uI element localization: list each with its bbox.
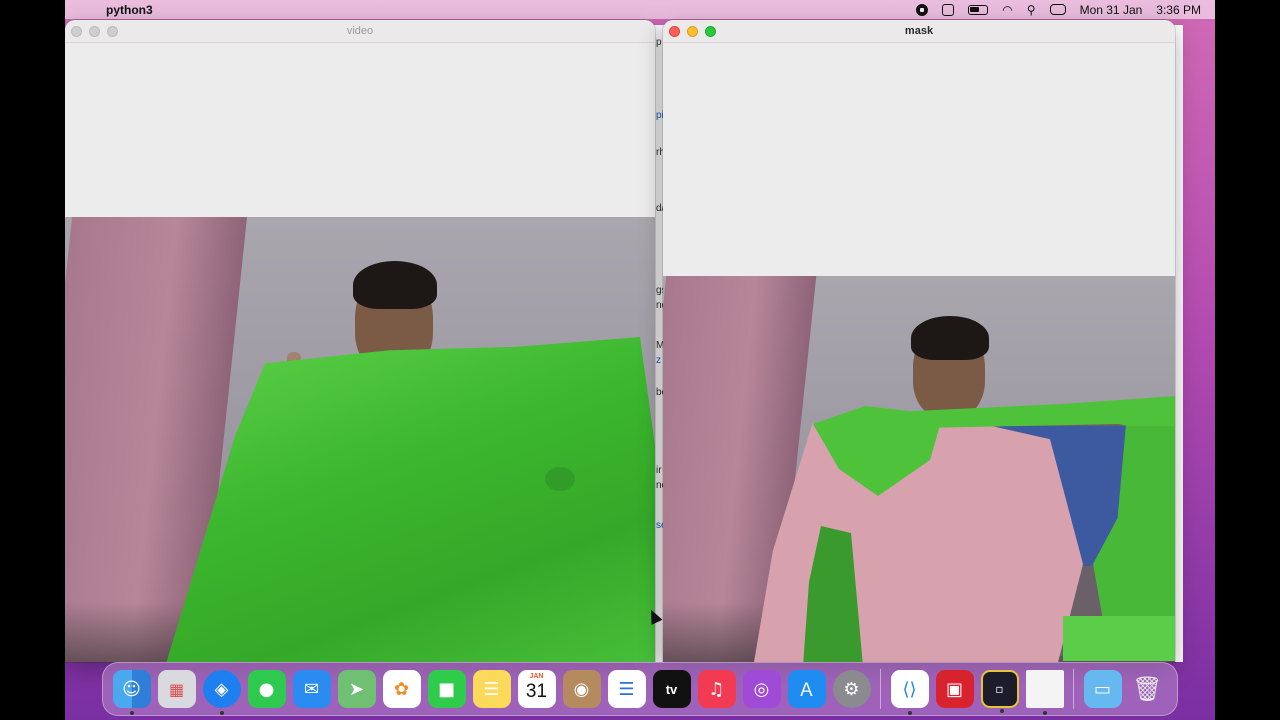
calendar-day: 31: [525, 681, 548, 702]
vscode-icon[interactable]: ⟨⟩: [890, 670, 929, 715]
calendar-month: JAN: [529, 673, 544, 680]
menu-bar: python3 ◠ ⚲ Mon 31 Jan 3:36 PM: [65, 0, 1215, 19]
maps-icon[interactable]: ➤: [337, 670, 376, 708]
control-center-icon[interactable]: [1049, 4, 1066, 15]
bg-text-fragment: ir: [656, 465, 662, 476]
running-indicator: [1042, 711, 1047, 715]
dock-separator: [880, 669, 881, 709]
music-icon[interactable]: ♫: [697, 670, 736, 708]
app-store-icon[interactable]: Ａ: [787, 670, 826, 708]
podcasts-icon[interactable]: ◎: [742, 670, 781, 708]
bg-text-fragment: z: [656, 355, 661, 366]
mail-icon[interactable]: ✉: [292, 670, 331, 708]
notes-icon[interactable]: ☰: [472, 670, 511, 708]
menu-date[interactable]: Mon 31 Jan: [1080, 3, 1143, 17]
person-hair: [353, 261, 437, 309]
python-launcher-icon[interactable]: ▫: [980, 670, 1019, 713]
reminders-icon[interactable]: ☰: [607, 670, 646, 708]
window-title: video: [346, 25, 374, 37]
battery-icon[interactable]: [968, 4, 989, 15]
dock: ☺ ▦ ◈ ● ✉ ➤ ✿ ■ ☰ JAN 31 ◉ ☰ tv ♫ ◎ Ａ ⚙ …: [102, 662, 1178, 716]
video-window[interactable]: video: [65, 20, 655, 662]
trash-icon[interactable]: 🗑: [1129, 670, 1167, 708]
launchpad-icon[interactable]: ▦: [157, 670, 196, 708]
tv-label: tv: [665, 681, 678, 697]
running-indicator: [129, 711, 134, 715]
photos-icon[interactable]: ✿: [382, 670, 421, 708]
system-preferences-icon[interactable]: ⚙: [832, 670, 871, 708]
messages-icon[interactable]: ●: [247, 670, 286, 708]
cloth-spot: [545, 467, 575, 491]
webcam-frame: [65, 217, 655, 662]
left-letterbox: [0, 0, 65, 720]
facetime-icon[interactable]: ■: [427, 670, 466, 708]
window-title: mask: [904, 25, 934, 37]
mask-titlebar[interactable]: mask: [663, 20, 1175, 43]
menu-bar-extras: ◠ ⚲ Mon 31 Jan 3:36 PM: [916, 3, 1215, 17]
stop-icon[interactable]: [942, 3, 955, 16]
safari-icon[interactable]: ◈: [202, 670, 241, 715]
screen-record-icon[interactable]: [916, 3, 929, 16]
right-letterbox: [1215, 0, 1280, 720]
calendar-icon[interactable]: JAN 31: [517, 670, 556, 708]
video-titlebar[interactable]: video: [65, 20, 655, 43]
menu-time[interactable]: 3:36 PM: [1156, 3, 1201, 17]
photo-booth-icon[interactable]: ▣: [935, 670, 974, 708]
mask-window[interactable]: mask: [663, 20, 1175, 662]
video-content: [65, 43, 655, 662]
running-indicator: [219, 711, 224, 715]
mask-frame: [663, 276, 1175, 662]
wifi-icon[interactable]: ◠: [1002, 3, 1012, 17]
mask-content: [663, 43, 1175, 662]
finder-icon[interactable]: ☺: [112, 670, 151, 715]
search-icon[interactable]: ⚲: [1027, 3, 1036, 17]
active-app-name[interactable]: python3: [106, 3, 153, 17]
contacts-icon[interactable]: ◉: [562, 670, 601, 708]
document-icon[interactable]: [1025, 670, 1064, 715]
green-residue: [1063, 616, 1175, 661]
running-indicator: [907, 711, 912, 715]
apple-tv-icon[interactable]: tv: [652, 670, 691, 708]
dock-separator: [1073, 669, 1074, 709]
bg-text-fragment: p: [656, 37, 662, 48]
running-indicator: [999, 709, 1004, 713]
person-hair: [911, 316, 989, 360]
downloads-folder-icon[interactable]: ▭: [1083, 670, 1122, 708]
